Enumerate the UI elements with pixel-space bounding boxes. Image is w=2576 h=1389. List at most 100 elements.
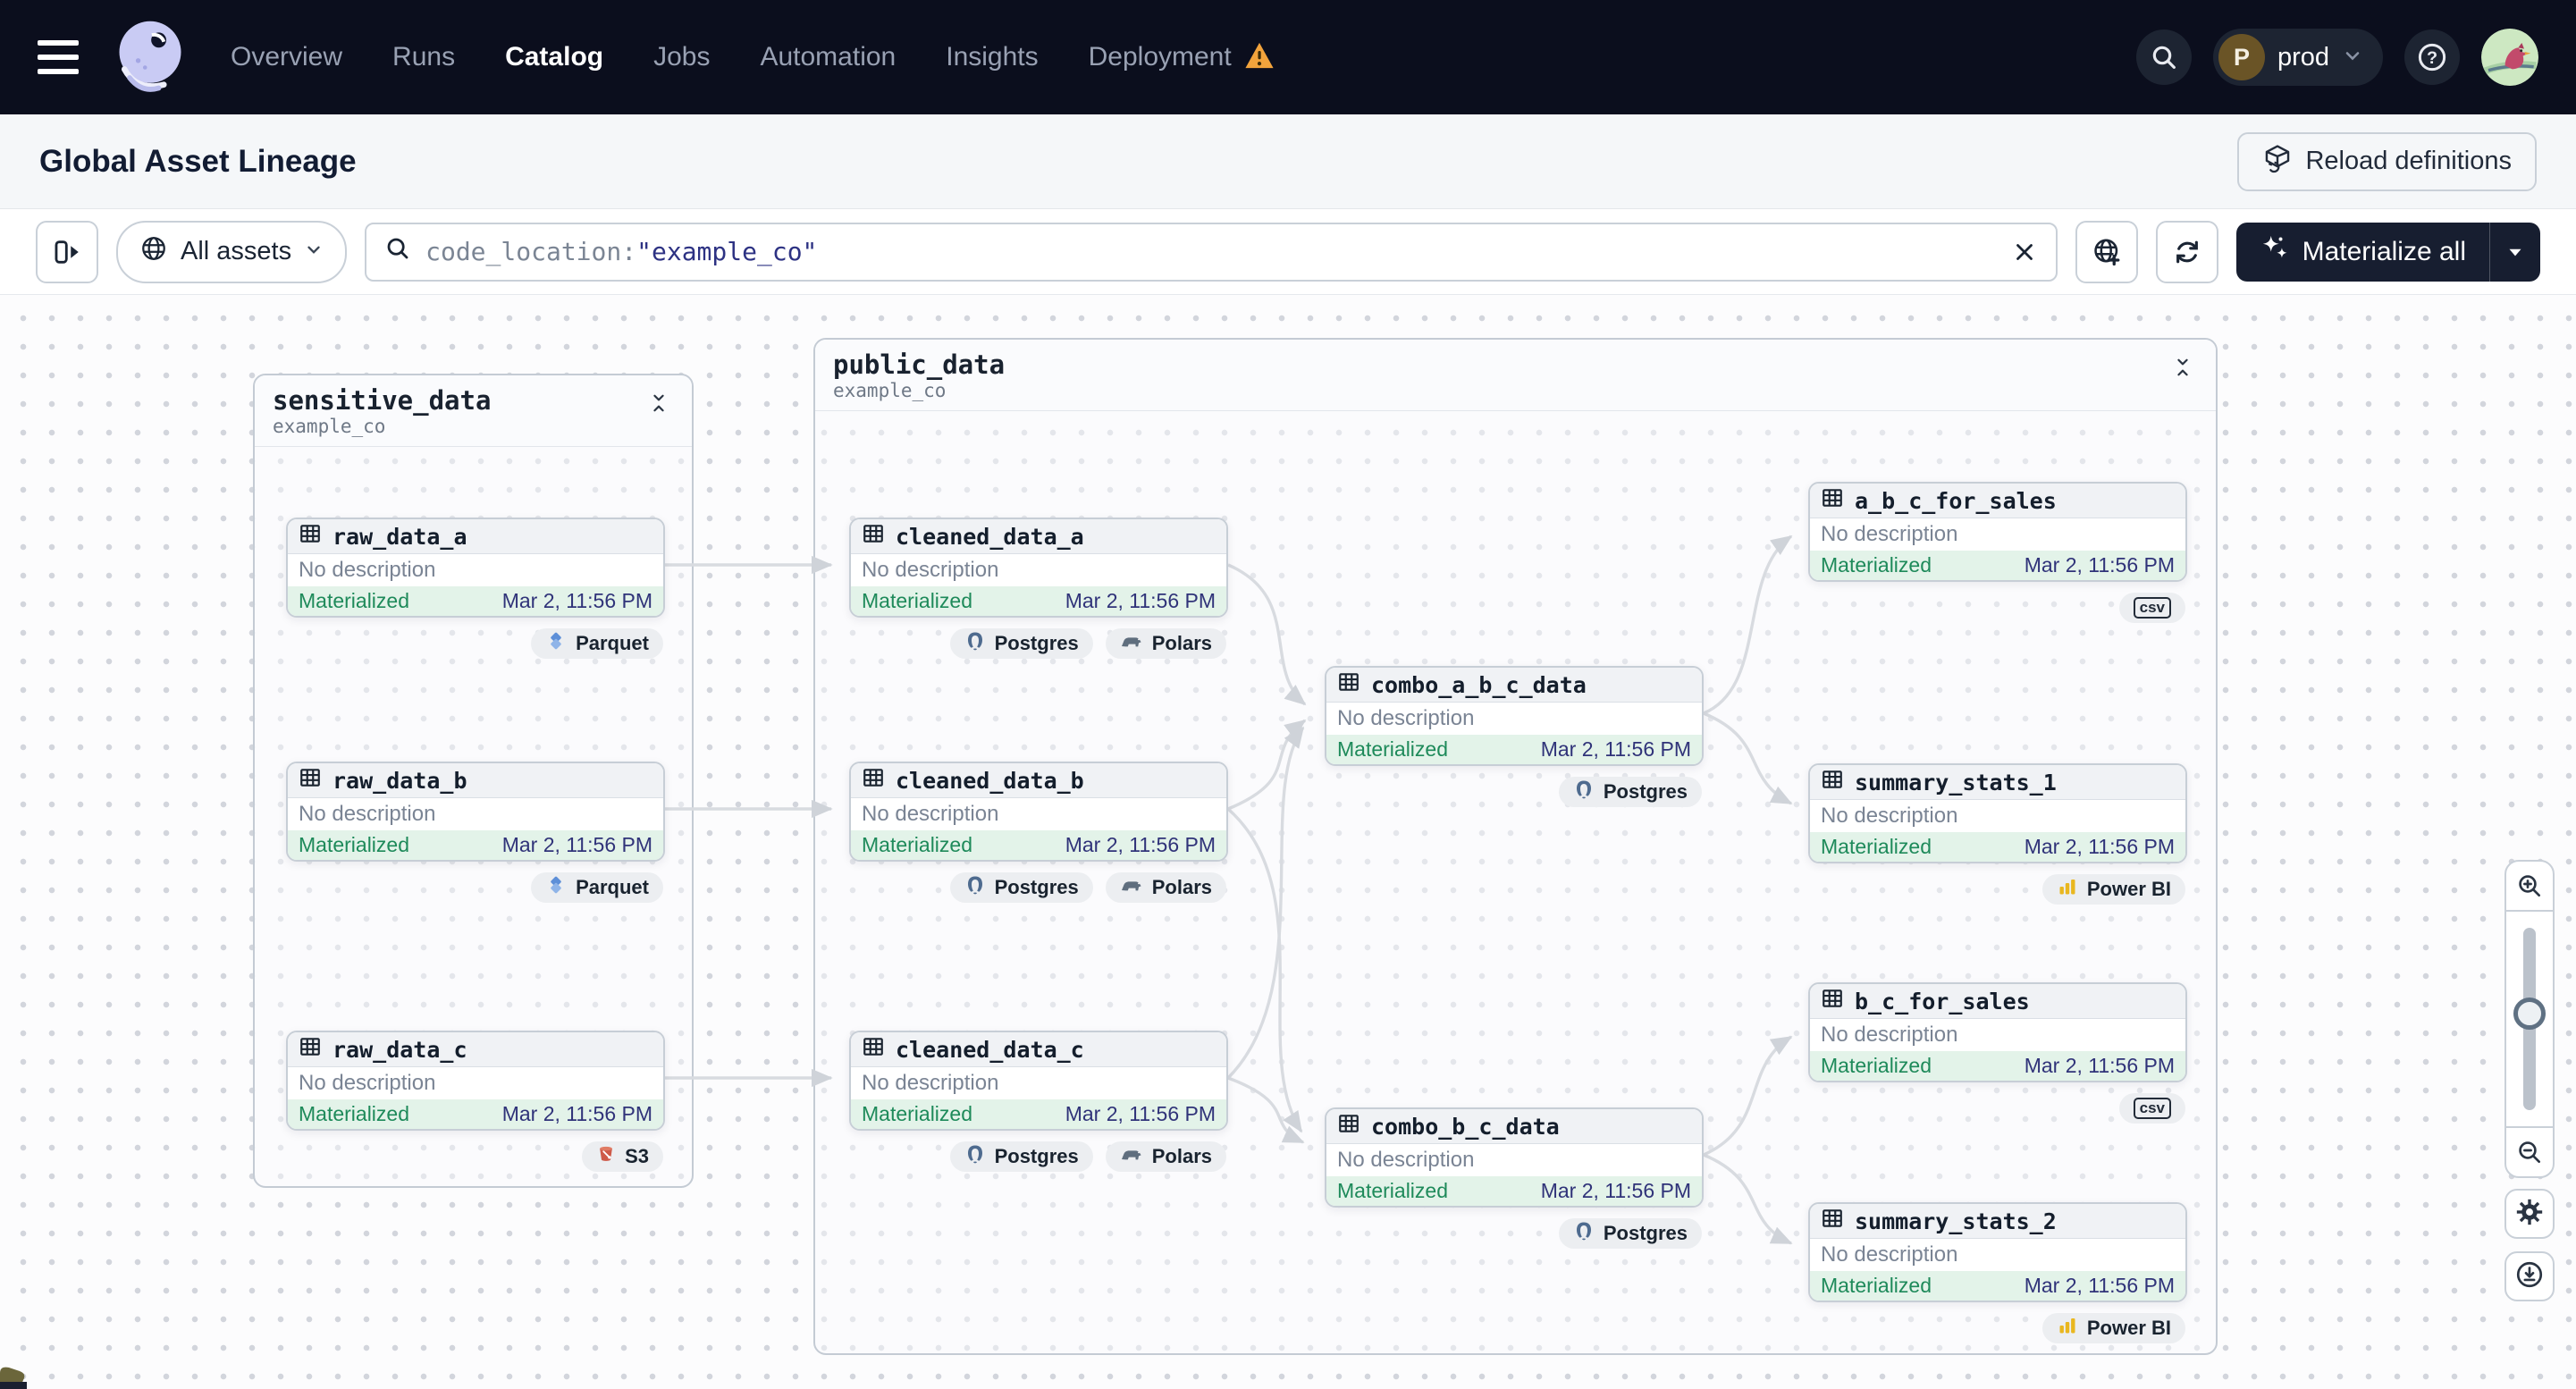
- tag-polars[interactable]: Polars: [1105, 872, 1226, 903]
- warning-icon: [1244, 41, 1275, 74]
- group-code-location: example_co: [833, 380, 947, 402]
- tag-power-bi[interactable]: Power BI: [2041, 874, 2185, 905]
- asset-status-row: Materialized Mar 2, 11:56 PM: [1810, 832, 2185, 862]
- asset-node-raw-data-a[interactable]: raw_data_a No description Materialized M…: [286, 518, 665, 659]
- tag-postgres[interactable]: Postgres: [949, 1141, 1093, 1172]
- materialization-timestamp[interactable]: Mar 2, 11:56 PM: [502, 833, 652, 857]
- lineage-canvas[interactable]: sensitive_data example_co public_data ex…: [0, 295, 2576, 1389]
- tag-power-bi[interactable]: Power BI: [2041, 1313, 2185, 1343]
- table-icon: [1337, 1112, 1360, 1141]
- asset-node-b-c-for-sales[interactable]: b_c_for_sales No description Materialize…: [1808, 982, 2187, 1124]
- group-header[interactable]: sensitive_data example_co: [255, 375, 692, 448]
- tag-polars[interactable]: Polars: [1105, 1141, 1226, 1172]
- asset-node-combo-a-b-c-data[interactable]: combo_a_b_c_data No description Material…: [1325, 666, 1704, 807]
- nav-tab-automation[interactable]: Automation: [760, 42, 896, 72]
- tag-csv[interactable]: csv: [2118, 593, 2185, 623]
- tag-label: Power BI: [2086, 878, 2171, 900]
- page-header: Global Asset Lineage Reload definitions: [0, 114, 2576, 209]
- tag-postgres[interactable]: Postgres: [1558, 777, 1702, 807]
- nav-tab-jobs[interactable]: Jobs: [653, 42, 710, 72]
- clear-icon[interactable]: [2011, 239, 2038, 265]
- asset-node-raw-data-b[interactable]: raw_data_b No description Materialized M…: [286, 762, 665, 903]
- node-header: a_b_c_for_sales: [1810, 484, 2185, 518]
- asset-description: No description: [288, 798, 663, 830]
- materialization-timestamp[interactable]: Mar 2, 11:56 PM: [2025, 835, 2175, 859]
- table-icon: [1821, 1207, 1844, 1235]
- asset-node-summary-stats-1[interactable]: summary_stats_1 No description Materiali…: [1808, 763, 2187, 905]
- table-icon: [299, 1035, 322, 1064]
- nav-tab-catalog[interactable]: Catalog: [505, 42, 603, 72]
- tag-parquet[interactable]: Parquet: [531, 872, 663, 903]
- asset-node-summary-stats-2[interactable]: summary_stats_2 No description Materiali…: [1808, 1202, 2187, 1343]
- status-badge: Materialized: [1821, 1054, 1932, 1077]
- download-icon: [2514, 1259, 2545, 1294]
- tag-polars[interactable]: Polars: [1105, 628, 1226, 659]
- asset-status-row: Materialized Mar 2, 11:56 PM: [1326, 735, 1702, 764]
- zoom-slider[interactable]: [2506, 912, 2553, 1126]
- csv-icon: csv: [2133, 596, 2171, 619]
- node-header: combo_a_b_c_data: [1326, 668, 1702, 703]
- tag-label: Postgres: [994, 1145, 1079, 1167]
- group-header[interactable]: public_data example_co: [815, 340, 2216, 412]
- asset-node-combo-b-c-data[interactable]: combo_b_c_data No description Materializ…: [1325, 1107, 1704, 1249]
- nav-tab-runs[interactable]: Runs: [392, 42, 455, 72]
- asset-description: No description: [288, 1067, 663, 1099]
- materialization-timestamp[interactable]: Mar 2, 11:56 PM: [2025, 553, 2175, 577]
- materialization-timestamp[interactable]: Mar 2, 11:56 PM: [502, 589, 652, 613]
- asset-tags: Postgres Polars: [949, 628, 1226, 659]
- asset-search-input[interactable]: code_location: "example_co": [365, 222, 2058, 282]
- collapse-icon[interactable]: [644, 386, 674, 425]
- help-icon[interactable]: ?: [2404, 29, 2460, 85]
- asset-node-cleaned-data-c[interactable]: cleaned_data_c No description Materializ…: [849, 1031, 1228, 1172]
- nav-tab-overview[interactable]: Overview: [231, 42, 342, 72]
- corner-illustration: [0, 1366, 36, 1389]
- collapse-icon[interactable]: [2168, 350, 2198, 389]
- tag-parquet[interactable]: Parquet: [531, 628, 663, 659]
- zoom-slider-handle[interactable]: [2513, 998, 2546, 1030]
- asset-tags: Postgres: [1558, 777, 1702, 807]
- materialization-timestamp[interactable]: Mar 2, 11:56 PM: [1541, 1179, 1691, 1203]
- materialization-timestamp[interactable]: Mar 2, 11:56 PM: [2025, 1054, 2175, 1078]
- materialization-timestamp[interactable]: Mar 2, 11:56 PM: [502, 1102, 652, 1126]
- tag-postgres[interactable]: Postgres: [949, 872, 1093, 903]
- materialization-timestamp[interactable]: Mar 2, 11:56 PM: [1065, 589, 1216, 613]
- asset-description: No description: [1810, 800, 2185, 832]
- zoom-in-icon[interactable]: [2506, 862, 2553, 912]
- asset-node-cleaned-data-b[interactable]: cleaned_data_b No description Materializ…: [849, 762, 1228, 903]
- menu-icon[interactable]: [38, 40, 79, 74]
- search-icon[interactable]: [2135, 29, 2192, 85]
- asset-scope-dropdown[interactable]: All assets: [116, 220, 348, 283]
- nav-tab-deployment[interactable]: Deployment: [1089, 42, 1232, 72]
- nav-tab-insights[interactable]: Insights: [946, 42, 1038, 72]
- asset-node-a-b-c-for-sales[interactable]: a_b_c_for_sales No description Materiali…: [1808, 482, 2187, 623]
- reload-definitions-button[interactable]: Reload definitions: [2237, 131, 2537, 191]
- materialization-timestamp[interactable]: Mar 2, 11:56 PM: [1541, 737, 1691, 762]
- materialize-options-button[interactable]: [2490, 223, 2540, 282]
- panel-toggle-icon[interactable]: [36, 220, 98, 283]
- asset-name: combo_a_b_c_data: [1371, 671, 1587, 698]
- download-graph-button[interactable]: [2504, 1251, 2555, 1301]
- table-icon: [299, 766, 322, 795]
- deployment-switcher[interactable]: P prod: [2212, 29, 2383, 86]
- tag-csv[interactable]: csv: [2118, 1093, 2185, 1124]
- asset-node-cleaned-data-a[interactable]: cleaned_data_a No description Materializ…: [849, 518, 1228, 659]
- asset-node-raw-data-c[interactable]: raw_data_c No description Materialized M…: [286, 1031, 665, 1172]
- graph-settings-button[interactable]: [2504, 1189, 2555, 1239]
- node-header: summary_stats_2: [1810, 1204, 2185, 1239]
- status-badge: Materialized: [1337, 737, 1448, 761]
- zoom-out-icon[interactable]: [2506, 1126, 2553, 1176]
- materialization-timestamp[interactable]: Mar 2, 11:56 PM: [2025, 1274, 2175, 1298]
- materialize-all-button[interactable]: Materialize all: [2236, 223, 2489, 282]
- tag-s3[interactable]: S3: [582, 1141, 663, 1172]
- materialization-timestamp[interactable]: Mar 2, 11:56 PM: [1065, 833, 1216, 857]
- materialization-timestamp[interactable]: Mar 2, 11:56 PM: [1065, 1102, 1216, 1126]
- reload-definitions-label: Reload definitions: [2305, 147, 2512, 175]
- tag-postgres[interactable]: Postgres: [1558, 1218, 1702, 1249]
- asset-name: cleaned_data_a: [896, 523, 1084, 550]
- tag-label: Power BI: [2086, 1317, 2171, 1339]
- avatar[interactable]: [2481, 29, 2538, 86]
- dagster-logo[interactable]: [109, 16, 191, 98]
- tag-postgres[interactable]: Postgres: [949, 628, 1093, 659]
- add-location-icon[interactable]: [2075, 220, 2138, 283]
- refresh-icon[interactable]: [2155, 220, 2218, 283]
